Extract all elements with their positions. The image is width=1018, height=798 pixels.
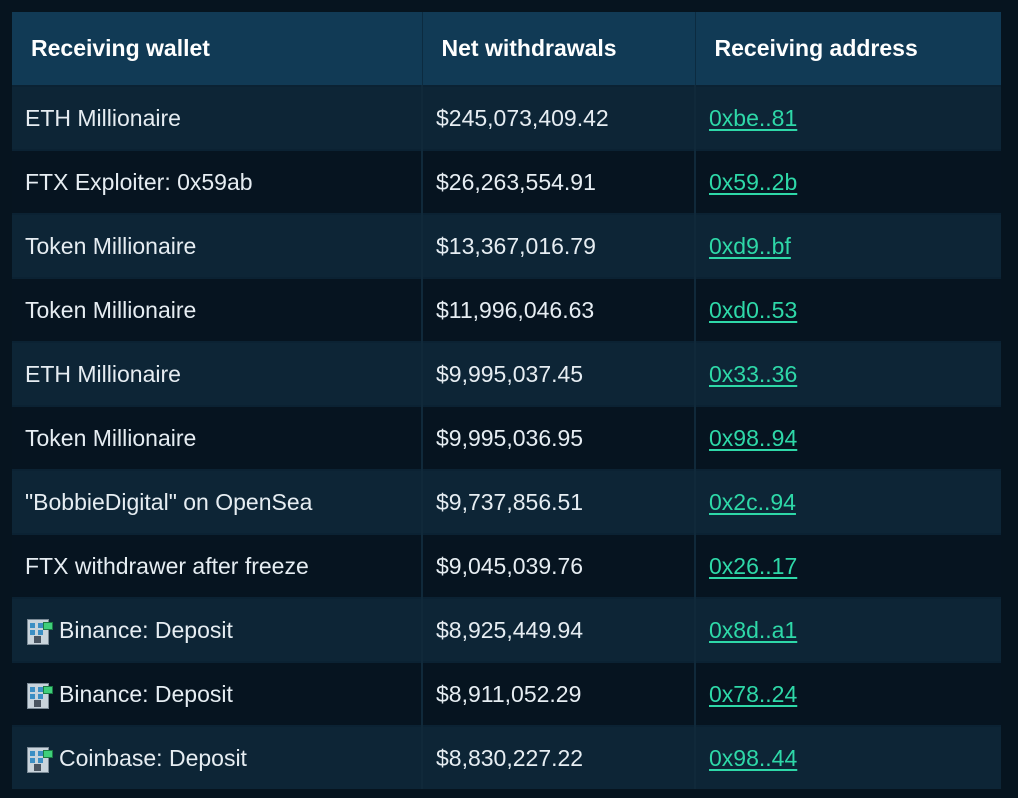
address-cell: 0x33..36: [695, 341, 1001, 406]
office-building-icon: [25, 616, 53, 645]
address-cell: 0xbe..81: [695, 85, 1001, 150]
net-withdrawal-amount: $8,925,449.94: [422, 597, 696, 662]
wallet-name: FTX withdrawer after freeze: [25, 552, 309, 579]
net-withdrawal-amount: $26,263,554.91: [422, 149, 696, 214]
net-withdrawal-amount: $9,995,036.95: [422, 405, 696, 470]
wallet-cell: Binance: Deposit: [12, 597, 423, 662]
net-withdrawal-amount: $9,995,037.45: [422, 341, 696, 406]
wallet-name: Binance: Deposit: [59, 617, 233, 643]
address-cell: 0xd9..bf: [695, 213, 1001, 278]
header-net-withdrawals: Net withdrawals: [422, 12, 696, 86]
wallet-name: Token Millionaire: [25, 424, 197, 451]
address-cell: 0xd0..53: [695, 277, 1001, 342]
net-withdrawal-amount: $9,045,039.76: [422, 533, 696, 598]
table-row: Binance: Deposit $8,925,449.94 0x8d..a1: [12, 597, 1001, 662]
table-row: ETH Millionaire $245,073,409.42 0xbe..81: [12, 85, 1001, 150]
wallet-name: ETH Millionaire: [25, 104, 181, 131]
office-building-icon: [25, 744, 53, 773]
net-withdrawal-amount: $8,911,052.29: [422, 661, 696, 726]
net-withdrawal-amount: $245,073,409.42: [422, 85, 696, 150]
address-cell: 0x59..2b: [695, 149, 1001, 214]
table-row: FTX withdrawer after freeze $9,045,039.76…: [12, 533, 1001, 598]
net-withdrawal-amount: $8,830,227.22: [422, 725, 696, 789]
wallet-cell: FTX Exploiter: 0x59ab: [12, 149, 423, 214]
wallet-cell: ETH Millionaire: [12, 341, 423, 406]
wallet-cell: Token Millionaire: [12, 213, 423, 278]
wallet-cell: Token Millionaire: [12, 405, 423, 470]
receiving-address-link[interactable]: 0xd9..bf: [709, 233, 791, 259]
wallet-name: "BobbieDigital" on OpenSea: [25, 488, 313, 515]
table-row: FTX Exploiter: 0x59ab $26,263,554.91 0x59.…: [12, 149, 1001, 214]
wallet-name: Token Millionaire: [25, 232, 197, 259]
address-cell: 0x98..94: [695, 405, 1001, 470]
address-cell: 0x2c..94: [695, 469, 1001, 534]
receiving-address-link[interactable]: 0x78..24: [709, 681, 797, 707]
receiving-address-link[interactable]: 0x59..2b: [709, 169, 797, 195]
receiving-address-link[interactable]: 0x98..44: [709, 745, 797, 771]
wallet-cell: Coinbase: Deposit: [12, 725, 423, 789]
withdrawals-table: Receiving wallet Net withdrawals Receivi…: [12, 12, 1001, 789]
wallet-cell: Token Millionaire: [12, 277, 423, 342]
office-building-icon: [25, 680, 53, 709]
table-row: Coinbase: Deposit $8,830,227.22 0x98..44: [12, 725, 1001, 789]
receiving-address-link[interactable]: 0xd0..53: [709, 297, 797, 323]
receiving-address-link[interactable]: 0xbe..81: [709, 105, 797, 131]
table-row: ETH Millionaire $9,995,037.45 0x33..36: [12, 341, 1001, 406]
address-cell: 0x98..44: [695, 725, 1001, 789]
wallet-name: ETH Millionaire: [25, 360, 181, 387]
table-row: "BobbieDigital" on OpenSea $9,737,856.51 0…: [12, 469, 1001, 534]
net-withdrawal-amount: $9,737,856.51: [422, 469, 696, 534]
receiving-address-link[interactable]: 0x33..36: [709, 361, 797, 387]
net-withdrawal-amount: $13,367,016.79: [422, 213, 696, 278]
receiving-address-link[interactable]: 0x2c..94: [709, 489, 796, 515]
receiving-address-link[interactable]: 0x98..94: [709, 425, 797, 451]
wallet-name: Binance: Deposit: [59, 681, 233, 707]
header-receiving-wallet: Receiving wallet: [12, 12, 423, 86]
wallet-name: FTX Exploiter: 0x59ab: [25, 168, 253, 195]
address-cell: 0x78..24: [695, 661, 1001, 726]
table-header: Receiving wallet Net withdrawals Receivi…: [12, 12, 1001, 86]
wallet-name: Coinbase: Deposit: [59, 745, 247, 771]
table-row: Token Millionaire $11,996,046.63 0xd0..53: [12, 277, 1001, 342]
wallet-name: Token Millionaire: [25, 296, 197, 323]
wallet-cell: FTX withdrawer after freeze: [12, 533, 423, 598]
table-row: Token Millionaire $9,995,036.95 0x98..94: [12, 405, 1001, 470]
table-row: Binance: Deposit $8,911,052.29 0x78..24: [12, 661, 1001, 726]
address-cell: 0x8d..a1: [695, 597, 1001, 662]
wallet-cell: Binance: Deposit: [12, 661, 423, 726]
wallet-cell: ETH Millionaire: [12, 85, 423, 150]
receiving-address-link[interactable]: 0x8d..a1: [709, 617, 797, 643]
header-receiving-address: Receiving address: [695, 12, 1001, 86]
table-row: Token Millionaire $13,367,016.79 0xd9..bf: [12, 213, 1001, 278]
receiving-address-link[interactable]: 0x26..17: [709, 553, 797, 579]
withdrawals-table-container: Receiving wallet Net withdrawals Receivi…: [12, 12, 1001, 789]
header-row: Receiving wallet Net withdrawals Receivi…: [12, 12, 1001, 86]
address-cell: 0x26..17: [695, 533, 1001, 598]
table-body: ETH Millionaire $245,073,409.42 0xbe..81 FT…: [12, 85, 1001, 789]
wallet-cell: "BobbieDigital" on OpenSea: [12, 469, 423, 534]
net-withdrawal-amount: $11,996,046.63: [422, 277, 696, 342]
